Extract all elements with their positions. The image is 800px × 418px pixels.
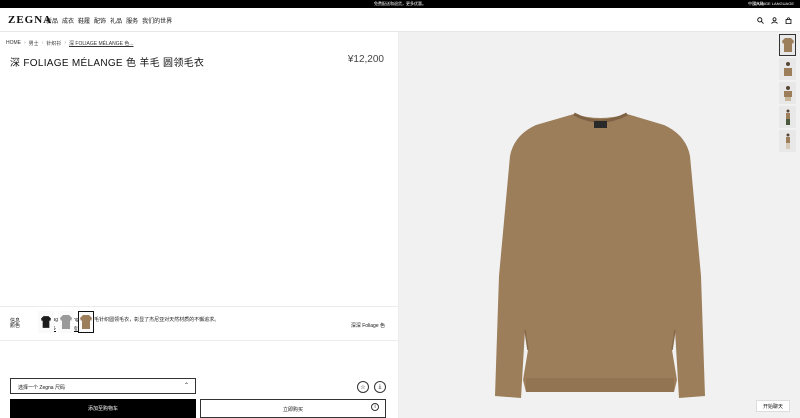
nav-item-clothing[interactable]: 成衣 [62,16,74,25]
thumbnail-5[interactable] [779,130,796,152]
breadcrumb-home[interactable]: HOME [6,40,21,47]
sweater-swatch-icon [60,315,72,329]
breadcrumb: HOME › 男士 › 针织衫 › 深 FOLIAGE MÉLANGE 色... [6,40,134,47]
download-icon: ⤓ [378,383,382,390]
product-image[interactable] [399,32,800,418]
color-swatches [38,311,94,333]
size-select[interactable]: 选择一个 Zegna 尺码 ⌃ [10,378,196,394]
nav-item-shoes[interactable]: 鞋履 [78,16,90,25]
wishlist-button[interactable]: ☆ [357,381,369,393]
product-title: 深 FOLIAGE MÉLANGE 色 羊毛 圆领毛衣 [10,58,205,69]
swatch-foliage[interactable] [78,311,94,333]
thumbnail-image [785,133,790,149]
sweater-swatch-icon [80,315,92,329]
selected-color-name: 深深 Foliage 色 [350,323,385,329]
thumbnail-image [783,86,792,101]
sweater-swatch-icon [41,316,51,328]
header-icons [756,16,792,24]
site-header: ZEGNA 新品 成衣 鞋履 配饰 礼品 服务 我们的世界 [0,8,800,32]
chevron-up-icon: ⌃ [183,383,189,389]
nav-item-gifts[interactable]: 礼品 [110,16,122,25]
add-to-cart-button[interactable]: 添加至购物车 [10,399,196,418]
user-icon[interactable] [770,16,778,24]
nav-item-new[interactable]: 新品 [46,16,58,25]
change-language-link[interactable]: CHANGE LANGUAGE [754,1,794,6]
thumbnail-3[interactable] [779,82,796,104]
size-section: 选择一个 Zegna 尺码 ⌃ ☆ ⤓ [0,340,399,400]
size-placeholder: 选择一个 Zegna 尺码 [18,385,65,391]
nav-item-accessories[interactable]: 配饰 [94,16,106,25]
top-banner: 免费配送和退货，更多优惠。 中国大陆 CHANGE LANGUAGE [0,0,800,8]
nav-item-our-world[interactable]: 我们的世界 [142,16,172,25]
star-icon: ☆ [360,384,366,391]
thumbnail-1[interactable] [779,34,796,56]
breadcrumb-separator-icon: › [64,40,67,46]
buy-now-label: 立即购买 [282,407,303,413]
color-section: 颜色 深深 Foliage 色 [0,306,399,340]
thumbnail-list [779,34,796,152]
start-chat-button[interactable]: 开始聊天 [756,400,790,412]
swatch-grey[interactable] [58,311,74,333]
promo-text: 免费配送和退货，更多优惠。 [374,1,426,6]
thumbnail-image [783,62,792,76]
breadcrumb-separator-icon: › [24,40,26,46]
color-label: 颜色 [10,323,21,329]
share-button[interactable]: ⤓ [374,381,386,393]
thumbnail-4[interactable] [779,106,796,128]
product-gallery: 开始聊天 [399,32,800,418]
main-nav: 新品 成衣 鞋履 配饰 礼品 服务 我们的世界 [46,16,172,25]
nav-item-services[interactable]: 服务 [126,16,138,25]
thumbnail-image [781,38,794,52]
swatch-black[interactable] [38,311,54,333]
info-icon[interactable]: i [371,403,379,411]
product-price: ¥12,200 [347,54,384,65]
buy-now-button[interactable]: 立即购买 i [200,399,386,418]
breadcrumb-men[interactable]: 男士 [29,40,39,47]
breadcrumb-separator-icon: › [41,40,44,46]
thumbnail-2[interactable] [779,58,796,80]
breadcrumb-current[interactable]: 深 FOLIAGE MÉLANGE 色... [69,40,133,47]
breadcrumb-knitwear[interactable]: 针织衫 [46,40,61,47]
search-icon[interactable] [756,16,764,24]
bag-icon[interactable] [784,16,792,24]
thumbnail-image [785,109,790,125]
